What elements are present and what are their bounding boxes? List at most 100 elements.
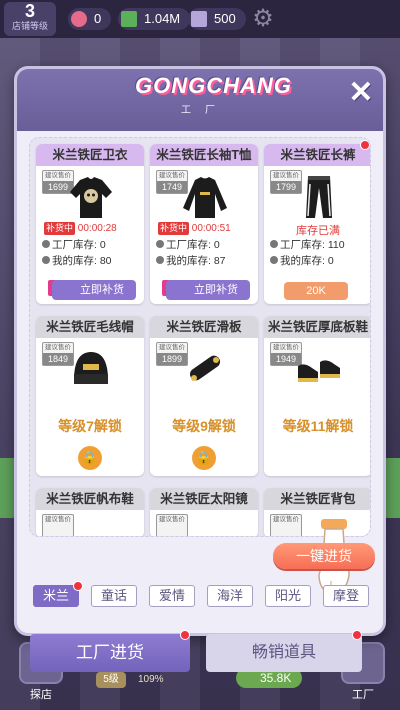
category-tab-fairytale[interactable]: 童话 <box>91 585 137 607</box>
cash-value: 1.04M <box>144 11 181 26</box>
background-percent: 109% <box>138 674 164 685</box>
factory-modal: GONGCHANG 工厂 ✕ 米兰铁匠卫衣 建议售价 1699 补货中 00:0… <box>14 66 386 636</box>
my-stock-value: 87 <box>213 255 226 267</box>
factory-stock: 工厂库存: 0 <box>156 238 256 252</box>
settings-gear-icon[interactable]: ⚙ <box>250 6 276 32</box>
bullet-icon <box>42 240 50 248</box>
restock-timer-row: 补货中 00:00:51 <box>158 222 258 236</box>
restock-now-button[interactable]: 立即补货 <box>166 280 250 300</box>
longsleeve-icon <box>183 177 227 218</box>
ticket-counter: 500 <box>188 8 246 30</box>
top-bar: 3 店铺等级 0 1.04M 500 ⚙ <box>0 0 400 38</box>
price-tag: 建议售价 <box>270 514 302 536</box>
lock-icon: 🔒 <box>192 446 216 470</box>
unlock-requirement: 等级11解锁 <box>282 418 354 434</box>
modal-brand-subtitle: 工厂 <box>181 105 229 116</box>
modal-header: GONGCHANG 工厂 ✕ <box>17 69 383 131</box>
gem-value: 0 <box>94 11 102 26</box>
factory-stock-value: 0 <box>99 239 106 251</box>
category-tab-milan[interactable]: 米兰 <box>33 585 79 607</box>
product-card-locked[interactable]: 米兰铁匠滑板 建议售价 1899 等级9解锁 🔒 <box>150 316 258 476</box>
shop-level-label: 店铺等级 <box>11 21 48 31</box>
bullet-icon <box>42 256 50 264</box>
my-stock-label: 我的库存: <box>52 255 97 267</box>
bulk-restock-button[interactable]: 一键进货 <box>273 543 375 569</box>
notification-dot <box>180 630 190 640</box>
product-list[interactable]: 米兰铁匠卫衣 建议售价 1699 补货中 00:00:28 工厂库存: 0 我的… <box>29 137 371 537</box>
factory-stock: 工厂库存: 0 <box>42 238 142 252</box>
beanie-icon <box>74 352 108 384</box>
unlock-requirement: 等级7解锁 <box>58 418 122 434</box>
category-tab-love[interactable]: 爱情 <box>149 585 195 607</box>
product-card[interactable]: 米兰铁匠长裤 建议售价 1799 库存已满 工厂库存: 110 我的库存: 0 <box>264 144 370 304</box>
my-stock: 我的库存: 80 <box>42 254 142 268</box>
my-stock: 我的库存: 87 <box>156 254 256 268</box>
restock-now-button[interactable]: 立即补货 <box>52 280 136 300</box>
unlock-requirement: 等级9解锁 <box>172 418 236 434</box>
category-tab-ocean[interactable]: 海洋 <box>207 585 253 607</box>
product-name: 米兰铁匠帆布鞋 <box>36 488 144 510</box>
product-card-locked[interactable]: 米兰铁匠毛线帽 建议售价 1849 等级7解锁 🔒 <box>36 316 144 476</box>
product-card-locked[interactable]: 米兰铁匠太阳镜 建议售价 <box>150 488 258 536</box>
buy-stock-price: 20K <box>306 285 326 297</box>
notification-dot <box>73 581 83 591</box>
background-level-chip: 5级 <box>96 672 126 688</box>
restock-timer: 00:00:28 <box>77 223 117 234</box>
product-name: 米兰铁匠太阳镜 <box>150 488 258 510</box>
sneakers-icon <box>298 360 340 382</box>
shop-level-number: 3 <box>24 1 35 21</box>
category-tab-modern[interactable]: 摩登 <box>323 585 369 607</box>
price-tag: 建议售价 <box>42 514 74 536</box>
factory-stock-label: 工厂库存: <box>166 239 211 251</box>
close-icon[interactable]: ✕ <box>347 78 375 108</box>
modal-brand-title: GONGCHANG <box>135 73 292 98</box>
category-tab-sunshine[interactable]: 阳光 <box>265 585 311 607</box>
factory-stock-value: 0 <box>213 239 220 251</box>
bullet-icon <box>270 240 278 248</box>
my-stock-value: 80 <box>99 255 112 267</box>
product-name: 米兰铁匠卫衣 <box>36 144 144 166</box>
buy-stock-button[interactable]: 20K <box>284 282 348 300</box>
product-card-locked[interactable]: 米兰铁匠帆布鞋 建议售价 <box>36 488 144 536</box>
factory-stock-value: 110 <box>327 239 345 251</box>
hoodie-icon <box>70 177 112 218</box>
restock-timer-row: 补货中 00:00:28 <box>44 222 144 236</box>
cash-counter: 1.04M <box>118 8 191 30</box>
bullet-icon <box>270 256 278 264</box>
factory-stock: 工厂库存: 110 <box>270 238 370 252</box>
nav-factory-label: 工厂 <box>352 689 374 701</box>
my-stock: 我的库存: 0 <box>270 254 370 268</box>
restock-badge: 补货中 <box>158 222 190 235</box>
price-tag: 建议售价 <box>156 514 188 536</box>
factory-stock-label: 工厂库存: <box>52 239 97 251</box>
price-label: 建议售价 <box>45 516 71 523</box>
ticket-icon <box>191 11 207 27</box>
product-name: 米兰铁匠长裤 <box>264 144 370 166</box>
product-name: 米兰铁匠背包 <box>264 488 370 510</box>
category-bar: 米兰 童话 爱情 海洋 阳光 摩登 <box>33 581 373 609</box>
pants-icon <box>306 176 332 218</box>
bullet-icon <box>156 240 164 248</box>
product-name: 米兰铁匠厚底板鞋 <box>264 316 370 338</box>
tab-bestseller-props[interactable]: 畅销道具 <box>206 634 362 672</box>
skateboard-icon <box>189 355 221 381</box>
tab-factory-restock[interactable]: 工厂进货 <box>30 634 190 672</box>
restock-badge: 补货中 <box>44 222 76 235</box>
product-name: 米兰铁匠毛线帽 <box>36 316 144 338</box>
bullet-icon <box>156 256 164 264</box>
product-name: 米兰铁匠长袖T恤 <box>150 144 258 166</box>
factory-stock-label: 工厂库存: <box>280 239 325 251</box>
gem-counter: 0 <box>68 8 112 30</box>
product-card-locked[interactable]: 米兰铁匠厚底板鞋 建议售价 1949 等级11解锁 <box>264 316 370 476</box>
cash-icon <box>121 11 137 27</box>
notification-dot <box>360 140 370 150</box>
notification-dot <box>352 630 362 640</box>
shop-level[interactable]: 3 店铺等级 <box>4 2 56 36</box>
my-stock-label: 我的库存: <box>166 255 211 267</box>
price-label: 建议售价 <box>159 516 185 523</box>
my-stock-value: 0 <box>327 255 334 267</box>
product-name: 米兰铁匠滑板 <box>150 316 258 338</box>
lock-icon: 🔒 <box>78 446 102 470</box>
price-label: 建议售价 <box>273 516 299 523</box>
ticket-value: 500 <box>214 11 236 26</box>
